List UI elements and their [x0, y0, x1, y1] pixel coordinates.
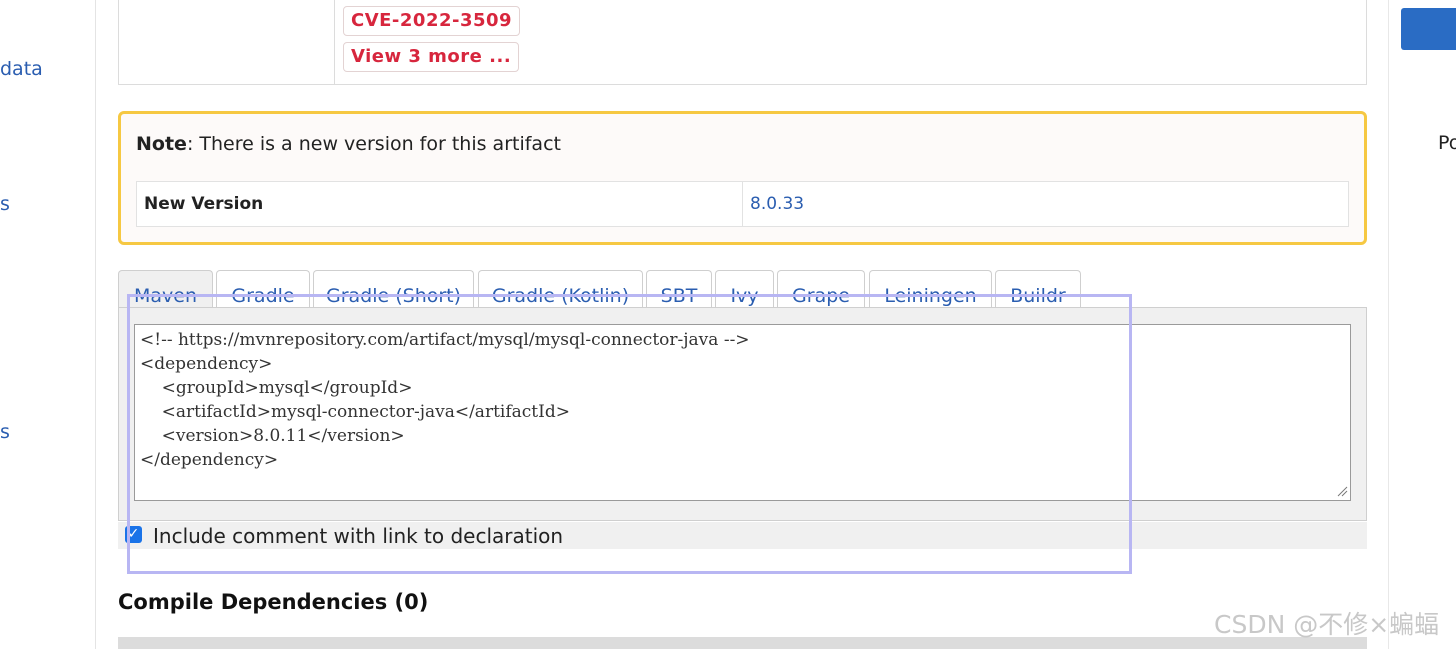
sidebar-link-partial-1[interactable]: s — [0, 193, 10, 215]
tab-buildr[interactable]: Buildr — [995, 270, 1081, 308]
new-version-link[interactable]: 8.0.33 — [750, 182, 804, 226]
sidebar-link-partial-2[interactable]: s — [0, 421, 10, 443]
right-action-button[interactable] — [1401, 8, 1456, 50]
include-comment-row: ✓ Include comment with link to declarati… — [118, 522, 1367, 549]
include-comment-label[interactable]: Include comment with link to declaration — [153, 524, 563, 548]
new-version-note: Note: There is a new version for this ar… — [118, 111, 1367, 245]
tab-gradle-kotlin[interactable]: Gradle (Kotlin) — [478, 270, 643, 308]
new-version-label: New Version — [137, 182, 743, 226]
note-label: Note — [136, 133, 187, 155]
dependency-snippet-textarea[interactable]: <!-- https://mvnrepository.com/artifact/… — [134, 324, 1351, 501]
tab-gradle[interactable]: Gradle — [216, 270, 310, 308]
tab-leiningen[interactable]: Leiningen — [869, 270, 992, 308]
sidebar-link-data[interactable]: data — [0, 58, 43, 80]
compile-dependencies-table-header — [118, 637, 1367, 649]
note-text: Note: There is a new version for this ar… — [136, 133, 561, 155]
dependency-snippet-panel: <!-- https://mvnrepository.com/artifact/… — [118, 307, 1367, 521]
new-version-table: New Version 8.0.33 — [136, 181, 1349, 227]
tab-gradle-short[interactable]: Gradle (Short) — [313, 270, 474, 308]
compile-dependencies-title: Compile Dependencies (0) — [118, 590, 429, 614]
tab-maven[interactable]: Maven — [118, 270, 213, 308]
right-sidebar-partial-text: Po — [1438, 132, 1456, 154]
note-message: : There is a new version for this artifa… — [186, 133, 561, 155]
tab-grape[interactable]: Grape — [777, 270, 865, 308]
include-comment-checkbox[interactable]: ✓ — [125, 526, 142, 543]
tab-sbt[interactable]: SBT — [646, 270, 712, 308]
resize-grip-icon[interactable] — [1336, 485, 1348, 497]
vulnerabilities-label-cell — [119, 0, 335, 84]
vulnerabilities-table: CVE-2022-3509 View 3 more ... — [118, 0, 1367, 85]
view-more-vulnerabilities-button[interactable]: View 3 more ... — [343, 42, 520, 72]
cve-badge[interactable]: CVE-2022-3509 — [343, 6, 521, 36]
left-sidebar: data s s — [0, 0, 96, 649]
right-sidebar: Po — [1388, 0, 1456, 649]
tab-ivy[interactable]: Ivy — [715, 270, 774, 308]
watermark: CSDN @不修×蝙蝠 — [1214, 610, 1440, 639]
